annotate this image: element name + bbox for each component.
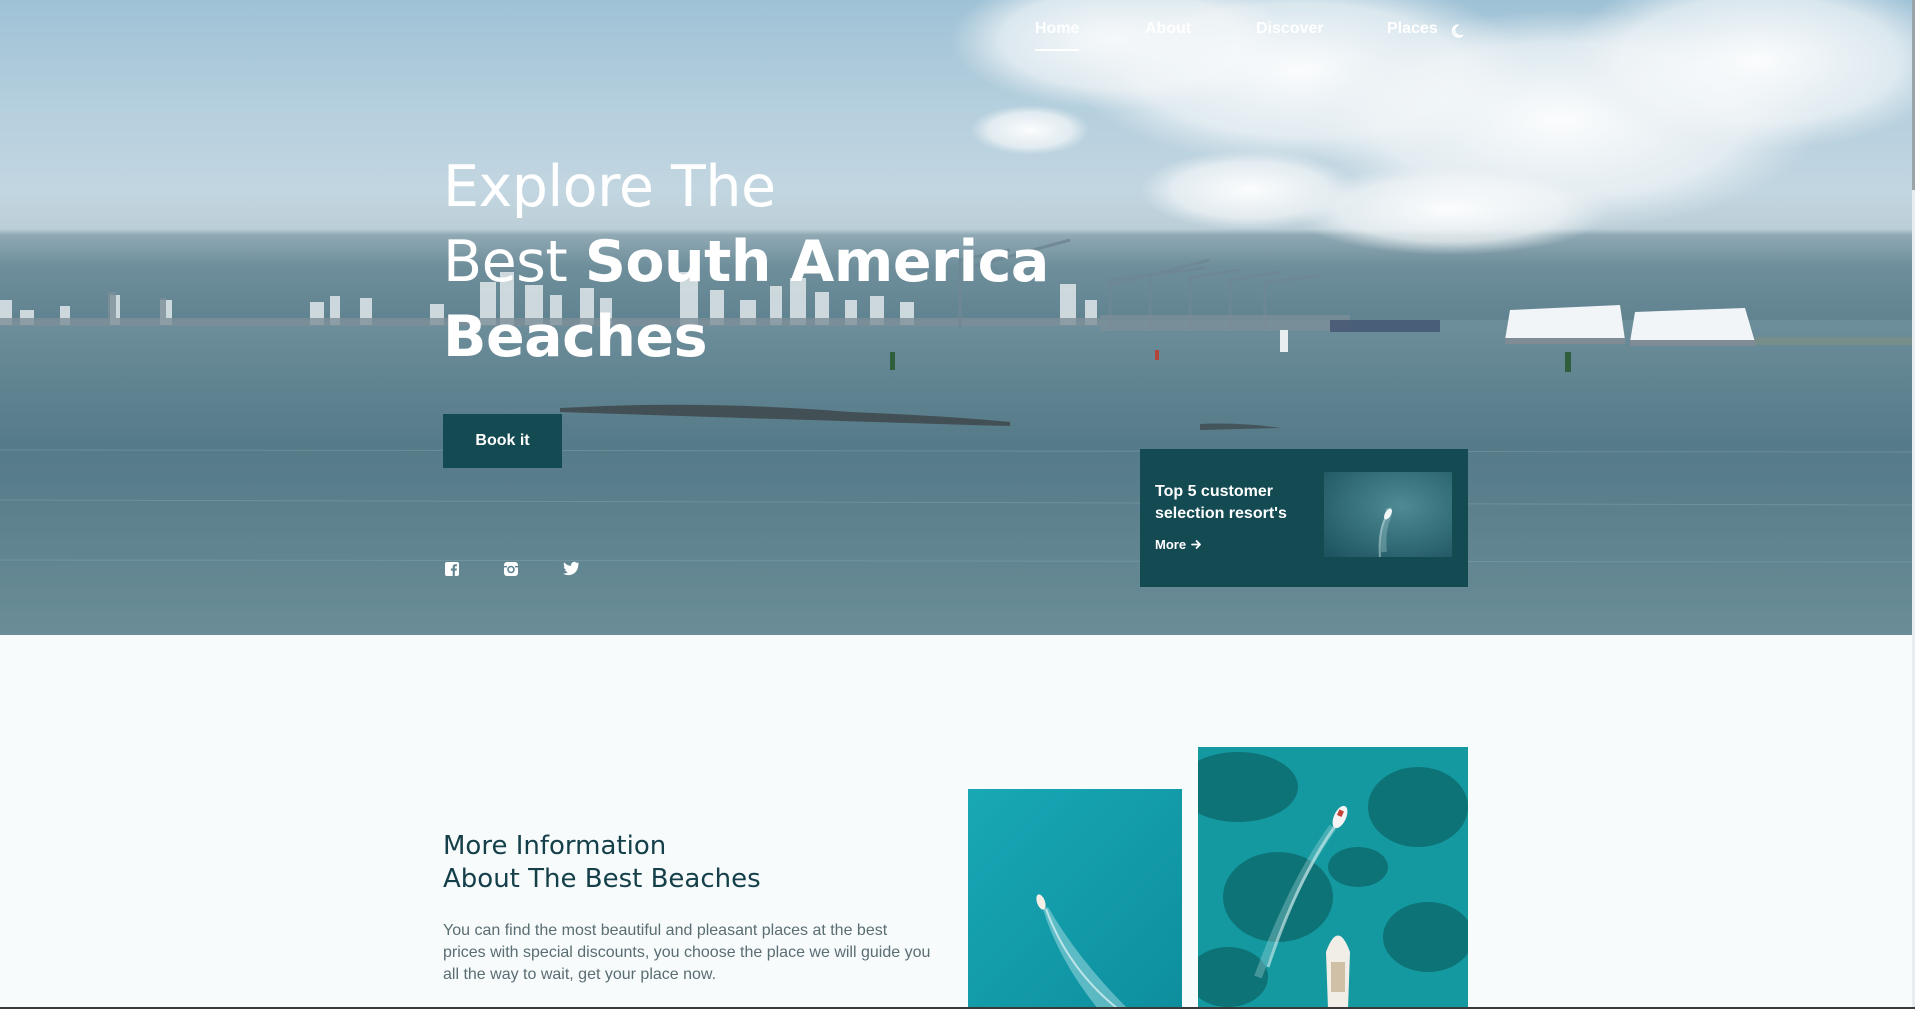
- hero-title-line-1: Explore The: [443, 154, 776, 220]
- book-it-button[interactable]: Book it: [443, 414, 562, 468]
- hero-title-line-3-bold: Beaches: [443, 304, 708, 370]
- instagram-link[interactable]: [503, 561, 519, 577]
- facebook-link[interactable]: [444, 561, 460, 577]
- promo-title: Top 5 customer selection resort's: [1155, 483, 1287, 522]
- nav-link-home[interactable]: Home: [1035, 20, 1080, 51]
- facebook-icon: [445, 562, 459, 576]
- hero-section: Home About Discover Places Explore The B…: [0, 0, 1912, 635]
- nav-link-discover[interactable]: Discover: [1256, 20, 1324, 38]
- beach-photo-yachts: [1198, 747, 1468, 1007]
- hero-title-line-2-bold: South America: [584, 229, 1050, 295]
- promo-card: Top 5 customer selection resort's More: [1140, 449, 1468, 587]
- nav-link-about[interactable]: About: [1145, 20, 1191, 38]
- theme-toggle-button[interactable]: [1449, 21, 1469, 41]
- twitter-link[interactable]: [562, 561, 580, 577]
- hero-title: Explore The Best South America Beaches: [443, 150, 1049, 375]
- info-description: You can find the most beautiful and plea…: [443, 922, 931, 983]
- promo-more-link[interactable]: More: [1155, 537, 1202, 552]
- arrow-right-icon: [1191, 540, 1201, 549]
- info-title-line-1: More Information: [443, 831, 667, 861]
- twitter-icon: [563, 561, 580, 576]
- nav-link-places[interactable]: Places: [1387, 20, 1438, 38]
- hero-title-line-2-light: Best: [443, 229, 568, 295]
- moon-icon: [1451, 24, 1464, 38]
- info-title: More Information About The Best Beaches: [443, 830, 761, 896]
- instagram-icon: [504, 562, 518, 576]
- page-viewport: Home About Discover Places Explore The B…: [0, 0, 1915, 1007]
- info-title-line-2: About The Best Beaches: [443, 864, 761, 894]
- beach-photo-boat: [968, 789, 1182, 1007]
- promo-more-label: More: [1155, 537, 1187, 552]
- promo-thumbnail-image: [1324, 472, 1452, 557]
